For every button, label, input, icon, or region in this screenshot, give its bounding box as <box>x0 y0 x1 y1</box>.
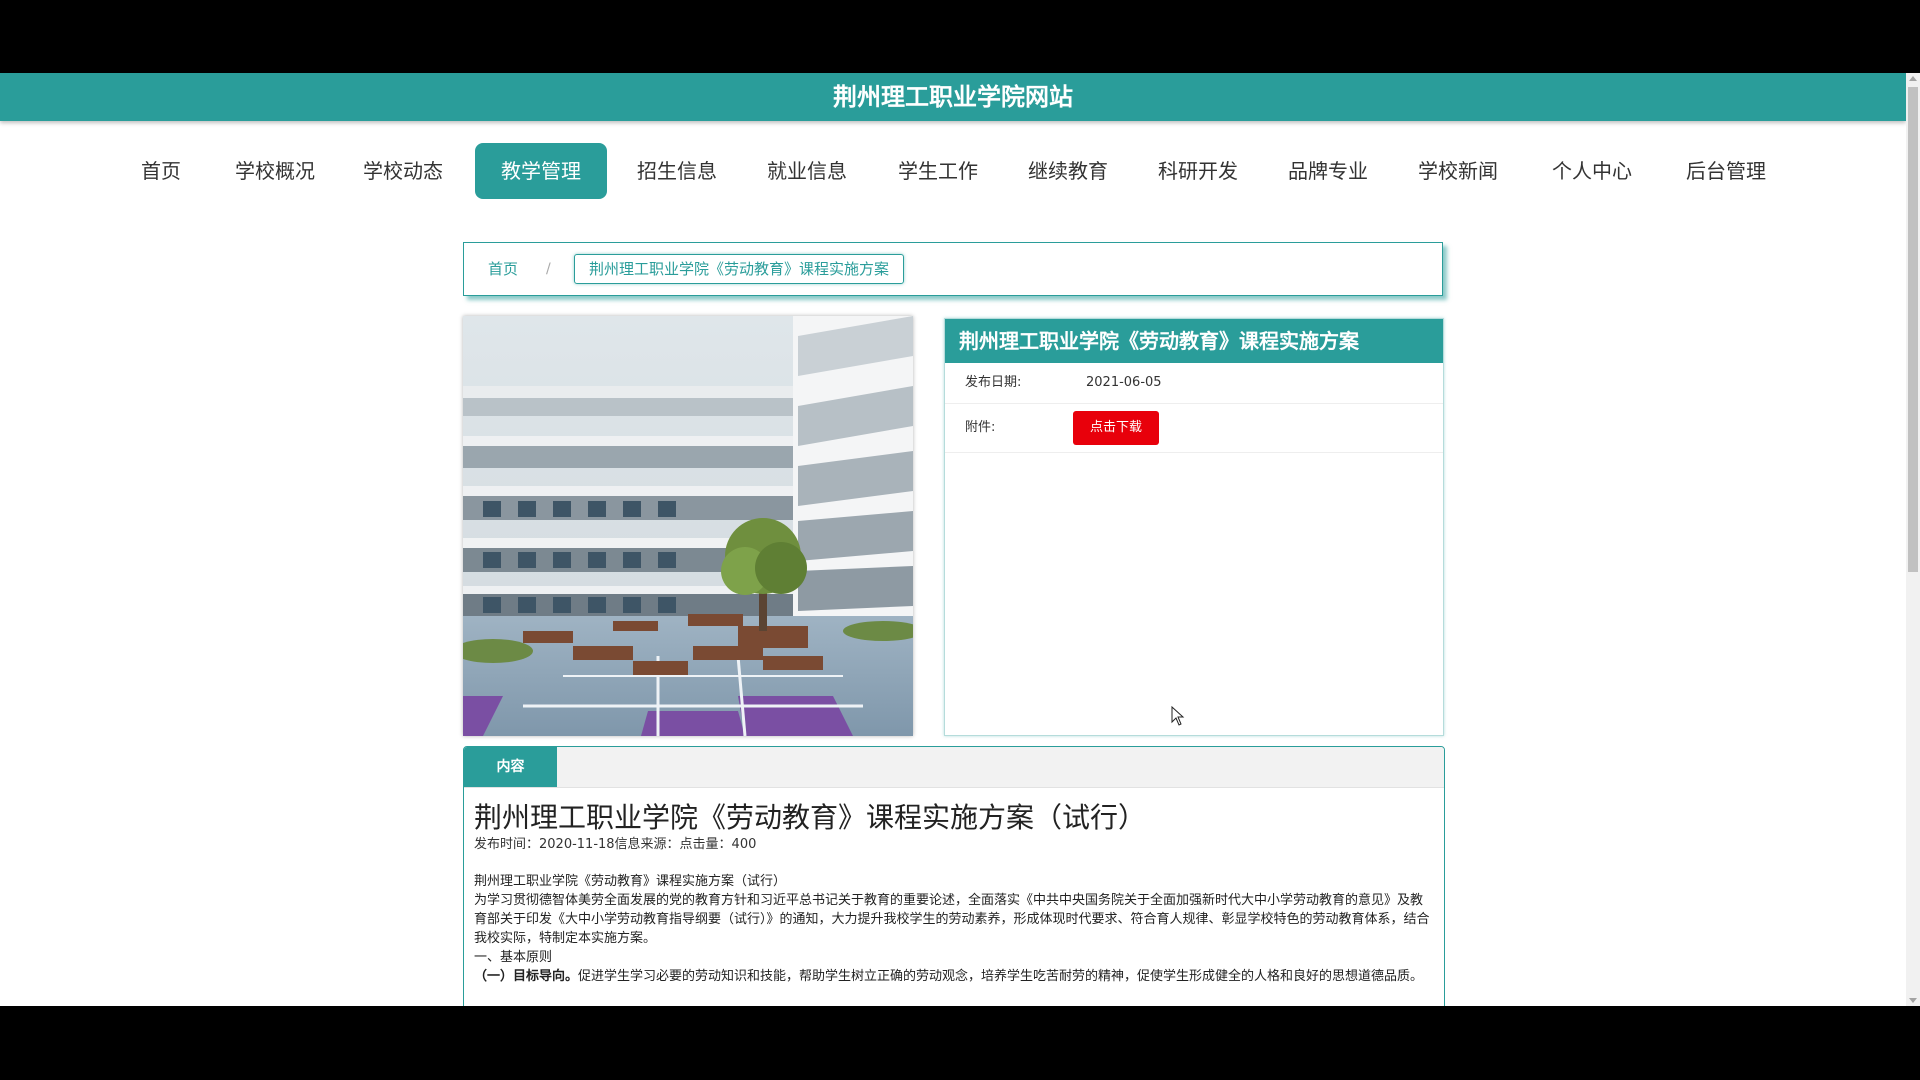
principle-text: 促进学生学习必要的劳动知识和技能，帮助学生树立正确的劳动观念，培养学生吃苦耐劳的… <box>578 969 1424 984</box>
nav-item-school-news[interactable]: 学校新闻 <box>1411 143 1505 199</box>
publish-date-row: 发布日期: 2021-06-05 <box>945 363 1443 404</box>
article-title: 荆州理工职业学院《劳动教育》课程实施方案（试行） <box>474 801 1147 834</box>
nav-item-personal-center[interactable]: 个人中心 <box>1545 143 1639 199</box>
scrollbar-thumb[interactable] <box>1908 87 1918 572</box>
campus-photo <box>463 316 913 736</box>
mouse-pointer-icon <box>1171 706 1185 726</box>
content-box: 内容 荆州理工职业学院《劳动教育》课程实施方案（试行） 发布时间：2020-11… <box>463 746 1445 1006</box>
principle-heading: （一）目标导向。 <box>474 969 579 984</box>
article-paragraph: 一、基本原则 <box>474 950 553 965</box>
nav-item-school-dynamics[interactable]: 学校动态 <box>356 143 450 199</box>
article-paragraph: 为学习贯彻德智体美劳全面发展的党的教育方针和习近平总书记关于教育的重要论述，全面… <box>474 893 1430 946</box>
nav-item-brand-majors[interactable]: 品牌专业 <box>1281 143 1375 199</box>
main-nav: 首页 学校概况 学校动态 教学管理 招生信息 就业信息 学生工作 继续教育 科研… <box>0 143 1906 199</box>
nav-item-employment[interactable]: 就业信息 <box>760 143 854 199</box>
nav-item-research[interactable]: 科研开发 <box>1151 143 1245 199</box>
nav-item-school-overview[interactable]: 学校概况 <box>228 143 322 199</box>
article-meta: 发布时间：2020-11-18信息来源：点击量：400 <box>474 837 757 852</box>
publish-date-label: 发布日期: <box>965 375 1022 390</box>
nav-item-admissions[interactable]: 招生信息 <box>630 143 724 199</box>
publish-date-value: 2021-06-05 <box>1086 375 1162 390</box>
breadcrumb-current[interactable]: 荆州理工职业学院《劳动教育》课程实施方案 <box>574 254 905 284</box>
scroll-down-arrow-icon[interactable] <box>1909 998 1917 1003</box>
article-body: 荆州理工职业学院《劳动教育》课程实施方案（试行） 为学习贯彻德智体美劳全面发展的… <box>474 872 1434 986</box>
scroll-up-arrow-icon[interactable] <box>1909 76 1917 81</box>
content-tabbar: 内容 <box>464 747 1444 788</box>
site-title: 荆州理工职业学院网站 <box>833 83 1073 111</box>
article-paragraph: （一）目标导向。促进学生学习必要的劳动知识和技能，帮助学生树立正确的劳动观念，培… <box>474 967 1434 986</box>
browser-viewport: 荆州理工职业学院网站 首页 学校概况 学校动态 教学管理 招生信息 就业信息 学… <box>0 73 1920 1006</box>
breadcrumb-separator: / <box>546 261 551 277</box>
info-title: 荆州理工职业学院《劳动教育》课程实施方案 <box>945 319 1443 363</box>
nav-item-continuing-education[interactable]: 继续教育 <box>1021 143 1115 199</box>
breadcrumb: 首页 / 荆州理工职业学院《劳动教育》课程实施方案 <box>463 242 1443 296</box>
attachment-label: 附件: <box>965 420 996 435</box>
site-header: 荆州理工职业学院网站 <box>0 73 1906 121</box>
tab-content[interactable]: 内容 <box>464 747 557 787</box>
attachment-row: 附件: 点击下载 <box>945 404 1443 453</box>
nav-item-student-work[interactable]: 学生工作 <box>891 143 985 199</box>
info-panel: 荆州理工职业学院《劳动教育》课程实施方案 发布日期: 2021-06-05 附件… <box>944 318 1444 736</box>
nav-item-admin[interactable]: 后台管理 <box>1679 143 1773 199</box>
page-scrollbar[interactable] <box>1906 73 1920 1006</box>
article-paragraph: 荆州理工职业学院《劳动教育》课程实施方案（试行） <box>474 874 787 889</box>
nav-item-teaching-management[interactable]: 教学管理 <box>475 143 607 199</box>
breadcrumb-home-link[interactable]: 首页 <box>488 243 518 295</box>
download-button[interactable]: 点击下载 <box>1073 411 1159 445</box>
nav-item-home[interactable]: 首页 <box>130 143 192 199</box>
article: 荆州理工职业学院《劳动教育》课程实施方案（试行） 发布时间：2020-11-18… <box>464 800 1444 986</box>
